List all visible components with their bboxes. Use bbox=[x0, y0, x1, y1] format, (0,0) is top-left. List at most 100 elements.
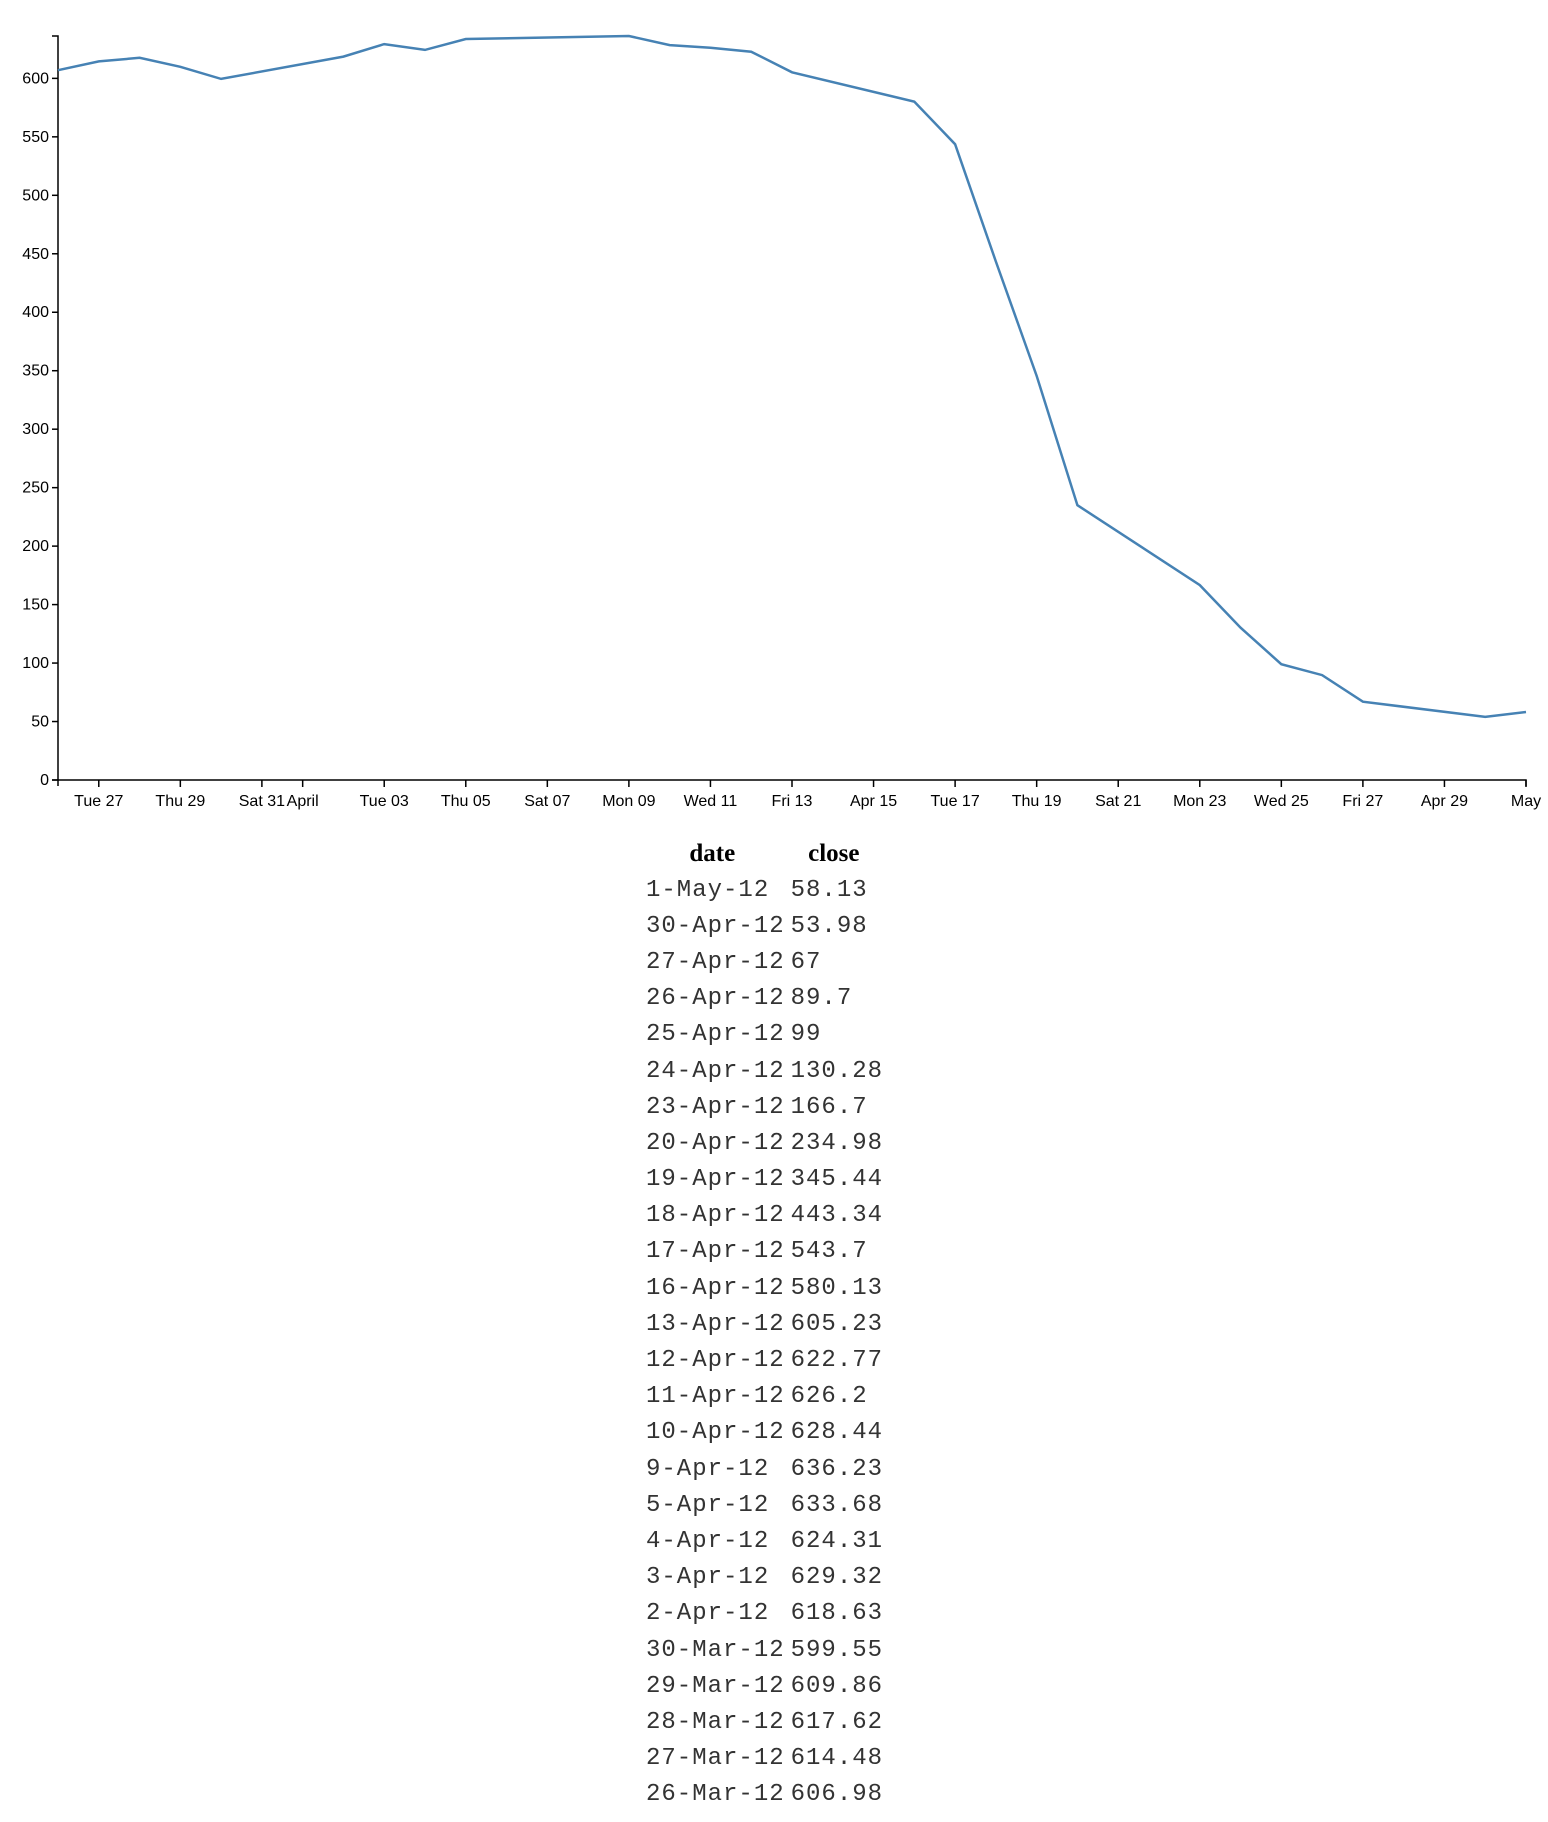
y-axis: 0 50 100 150 200 250 300 350 400 450 500 550 600 bbox=[22, 35, 59, 789]
cell-date: 29-Mar-12 bbox=[646, 1672, 785, 1700]
cell-date: 16-Apr-12 bbox=[646, 1274, 785, 1302]
x-tick-label: Wed 11 bbox=[684, 793, 738, 810]
x-tick-label: Sat 07 bbox=[524, 793, 570, 810]
line-chart: 0 50 100 150 200 250 300 350 400 450 500 550 600 Tue… bbox=[22, 34, 1541, 810]
header-close: close bbox=[808, 840, 860, 867]
cell-date: 3-Apr-12 bbox=[646, 1564, 770, 1592]
table-row: 4-Apr-12 624.31 bbox=[640, 1523, 883, 1559]
x-tick: Fri 27 bbox=[1342, 780, 1383, 810]
y-tick-label: 250 bbox=[22, 480, 49, 497]
cell-close: 89.7 bbox=[790, 985, 853, 1013]
cell-date: 18-Apr-12 bbox=[646, 1202, 785, 1230]
cell-close: 633.68 bbox=[790, 1491, 884, 1519]
x-tick-label: Thu 19 bbox=[1012, 793, 1062, 810]
x-tick: Tue 17 bbox=[931, 780, 980, 810]
x-tick-label: April bbox=[287, 793, 319, 810]
cell-close: 443.34 bbox=[790, 1202, 884, 1230]
x-tick: Tue 27 bbox=[74, 780, 123, 810]
cell-date: 13-Apr-12 bbox=[646, 1310, 785, 1338]
x-tick-label: Sat 21 bbox=[1095, 793, 1141, 810]
cell-date: 10-Apr-12 bbox=[646, 1419, 785, 1447]
x-tick-label: Tue 17 bbox=[931, 793, 980, 810]
y-tick-label: 200 bbox=[22, 538, 49, 555]
cell-close: 130.28 bbox=[790, 1057, 884, 1085]
cell-date: 23-Apr-12 bbox=[646, 1093, 785, 1121]
cell-close: 618.63 bbox=[790, 1600, 884, 1628]
table-row: 30-Mar-12 599.55 bbox=[640, 1632, 883, 1668]
x-tick-label: Mon 23 bbox=[1173, 793, 1226, 810]
x-tick: Mon 23 bbox=[1173, 780, 1227, 810]
cell-date: 19-Apr-12 bbox=[646, 1166, 785, 1194]
cell-close: 345.44 bbox=[790, 1166, 884, 1194]
y-tick: 0 bbox=[40, 772, 58, 789]
cell-close: 626.2 bbox=[790, 1383, 868, 1411]
cell-date: 27-Mar-12 bbox=[646, 1745, 785, 1773]
table-row: 11-Apr-12 626.2 bbox=[640, 1379, 883, 1415]
close-price-line bbox=[57, 34, 1527, 719]
cell-date: 26-Mar-12 bbox=[646, 1781, 785, 1809]
table-row: 29-Mar-12 609.86 bbox=[640, 1668, 883, 1704]
x-tick: Thu 29 bbox=[155, 780, 205, 810]
x-tick-label: Thu 05 bbox=[441, 793, 491, 810]
y-tick: 350 bbox=[22, 363, 58, 380]
cell-close: 614.48 bbox=[790, 1745, 884, 1773]
cell-date: 11-Apr-12 bbox=[646, 1383, 785, 1411]
y-tick-label: 0 bbox=[40, 772, 49, 789]
y-tick-label: 500 bbox=[22, 187, 49, 204]
table-row: 10-Apr-12 628.44 bbox=[640, 1415, 883, 1451]
x-tick-label: Tue 03 bbox=[360, 793, 409, 810]
cell-date: 26-Apr-12 bbox=[646, 985, 785, 1013]
y-tick: 300 bbox=[22, 421, 58, 438]
x-tick-label: Sat 31 bbox=[239, 793, 285, 810]
y-tick-label: 450 bbox=[22, 246, 49, 263]
x-tick-label: Apr 15 bbox=[850, 793, 897, 810]
cell-date: 1-May-12 bbox=[646, 876, 770, 904]
cell-close: 606.98 bbox=[790, 1781, 884, 1809]
table-row: 17-Apr-12 543.7 bbox=[640, 1234, 883, 1270]
cell-close: 543.7 bbox=[790, 1238, 868, 1266]
data-table: date close 1-May-12 58.13 30-Apr-12 53.98 27… bbox=[640, 836, 883, 1813]
y-tick: 400 bbox=[22, 304, 58, 321]
cell-date: 2-Apr-12 bbox=[646, 1600, 770, 1628]
cell-date: 4-Apr-12 bbox=[646, 1527, 770, 1555]
x-tick: Sat 07 bbox=[524, 780, 571, 810]
cell-close: 99 bbox=[790, 1021, 822, 1049]
table-row: 26-Mar-12 606.98 bbox=[640, 1777, 883, 1813]
y-tick-label: 550 bbox=[22, 129, 49, 146]
y-tick: 450 bbox=[22, 246, 58, 263]
cell-close: 609.86 bbox=[790, 1672, 884, 1700]
x-tick: Sat 31 bbox=[239, 780, 285, 810]
cell-close: 629.32 bbox=[790, 1564, 884, 1592]
cell-date: 17-Apr-12 bbox=[646, 1238, 785, 1266]
x-tick-label: Mon 09 bbox=[602, 793, 655, 810]
x-tick: Thu 19 bbox=[1012, 780, 1062, 810]
x-tick-label: May bbox=[1511, 793, 1541, 810]
x-tick: Wed 25 bbox=[1254, 780, 1309, 810]
table-row: 1-May-12 58.13 bbox=[640, 872, 883, 908]
cell-date: 25-Apr-12 bbox=[646, 1021, 785, 1049]
table-row: 28-Mar-12 617.62 bbox=[640, 1704, 883, 1740]
x-tick: Apr 15 bbox=[850, 780, 897, 810]
cell-date: 30-Apr-12 bbox=[646, 912, 785, 940]
table-row: 19-Apr-12 345.44 bbox=[640, 1162, 883, 1198]
cell-date: 5-Apr-12 bbox=[646, 1491, 770, 1519]
cell-close: 67 bbox=[790, 948, 822, 976]
x-tick: Apr 29 bbox=[1421, 780, 1468, 810]
cell-close: 605.23 bbox=[790, 1310, 884, 1338]
x-tick: Mon 09 bbox=[602, 780, 656, 810]
x-tick: Thu 05 bbox=[441, 780, 491, 810]
cell-close: 636.23 bbox=[790, 1455, 884, 1483]
cell-close: 617.62 bbox=[790, 1708, 884, 1736]
cell-close: 166.7 bbox=[790, 1093, 868, 1121]
cell-close: 53.98 bbox=[790, 912, 868, 940]
x-axis: Tue 27 Thu 29 Sat 31 April Tue 03 Thu 05 Sat 0… bbox=[57, 779, 1541, 810]
y-tick: 550 bbox=[22, 129, 58, 146]
table-row: 18-Apr-12 443.34 bbox=[640, 1198, 883, 1234]
x-tick-label: Fri 13 bbox=[772, 793, 813, 810]
table-row: 27-Mar-12 614.48 bbox=[640, 1741, 883, 1777]
x-tick: Tue 03 bbox=[360, 780, 409, 810]
y-tick-label: 350 bbox=[22, 363, 49, 380]
y-tick: 200 bbox=[22, 538, 58, 555]
x-tick-label: Apr 29 bbox=[1421, 793, 1468, 810]
x-tick-label: Fri 27 bbox=[1342, 793, 1383, 810]
